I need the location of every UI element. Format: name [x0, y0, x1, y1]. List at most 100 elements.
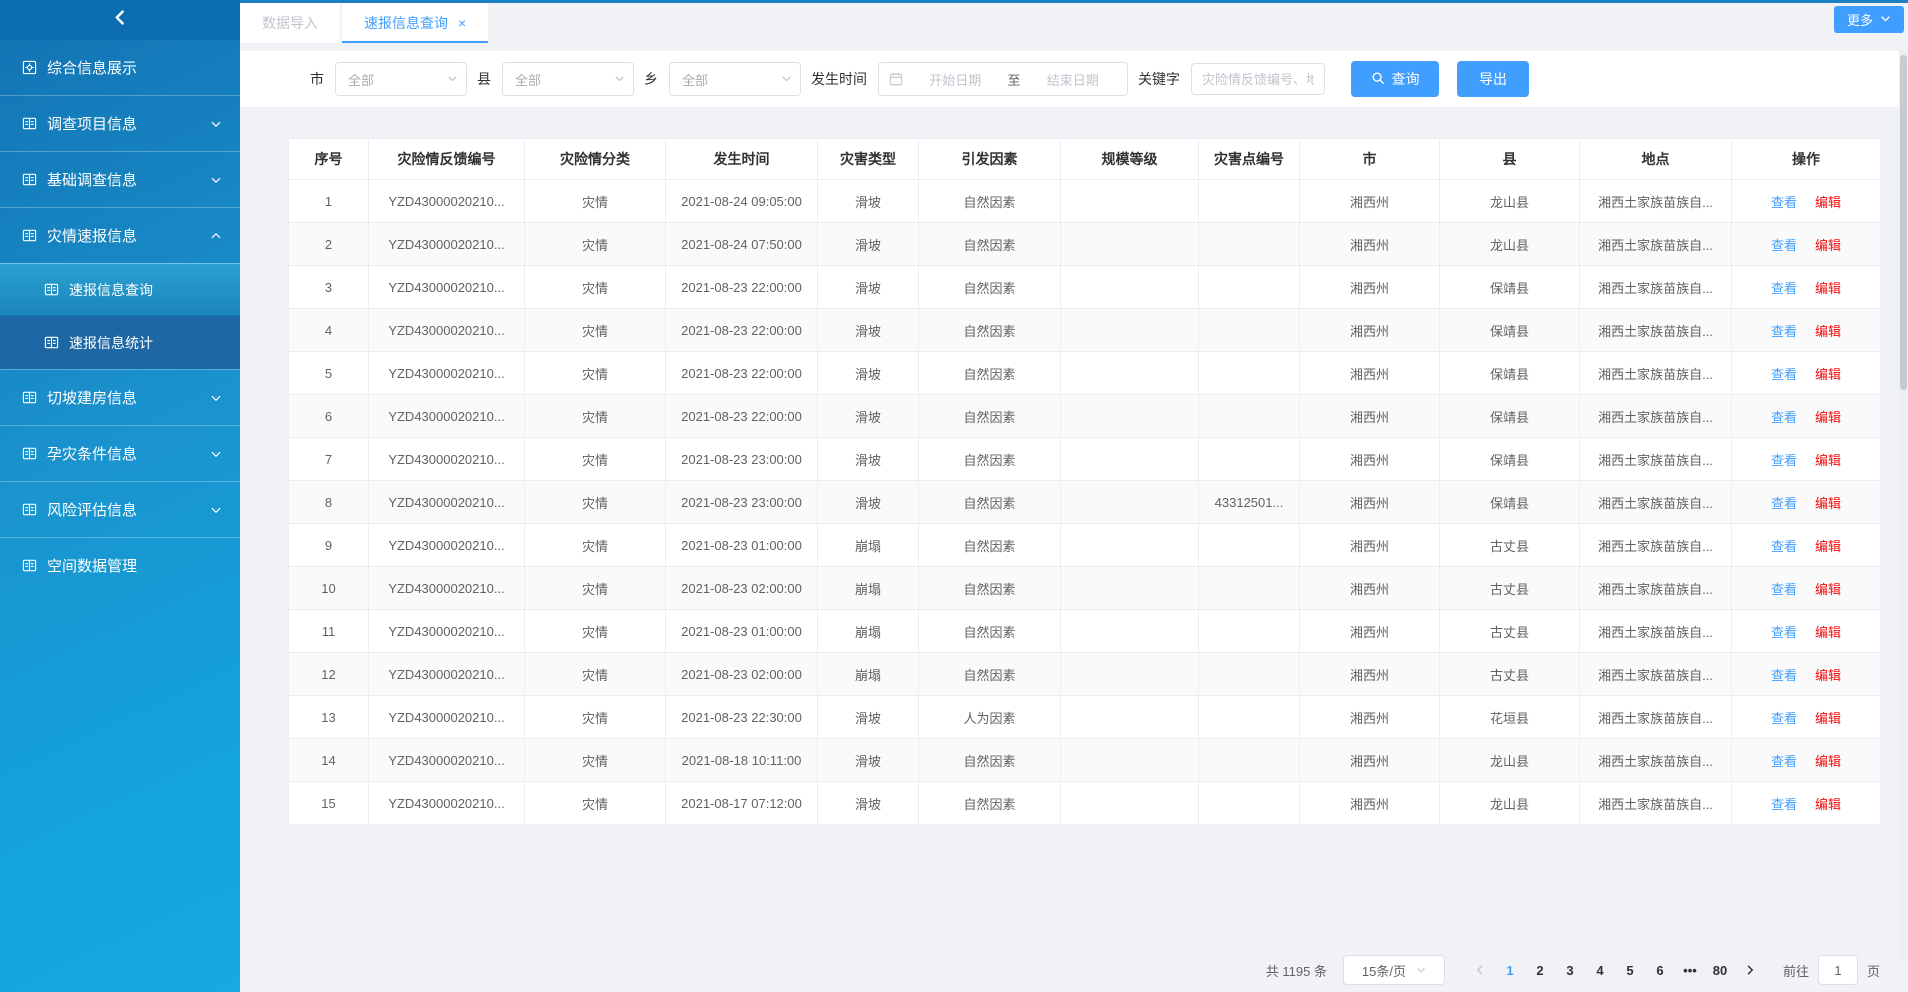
scrollbar-thumb[interactable] [1900, 55, 1907, 390]
cell-cause: 自然因素 [919, 481, 1061, 524]
goto-page-input[interactable] [1818, 955, 1858, 985]
view-link[interactable]: 查看 [1771, 281, 1797, 296]
sidebar-item-basic-survey[interactable]: 基础调查信息 [0, 151, 240, 207]
page-number-4[interactable]: 4 [1585, 963, 1615, 978]
view-link[interactable]: 查看 [1771, 238, 1797, 253]
cell-category: 灾情 [525, 524, 666, 567]
view-link[interactable]: 查看 [1771, 410, 1797, 425]
page-number-1[interactable]: 1 [1495, 963, 1525, 978]
view-link[interactable]: 查看 [1771, 496, 1797, 511]
page-size-select[interactable]: 15条/页 [1343, 955, 1445, 985]
goto-suffix: 页 [1867, 961, 1880, 980]
view-link[interactable]: 查看 [1771, 754, 1797, 769]
prev-page-button[interactable] [1465, 964, 1495, 976]
page-number-3[interactable]: 3 [1555, 963, 1585, 978]
edit-link[interactable]: 编辑 [1815, 238, 1841, 253]
cell-city: 湘西州 [1300, 352, 1440, 395]
cell-time: 2021-08-23 02:00:00 [666, 567, 818, 610]
export-button[interactable]: 导出 [1457, 61, 1529, 97]
view-link[interactable]: 查看 [1771, 668, 1797, 683]
more-button[interactable]: 更多 [1834, 6, 1904, 33]
edit-link[interactable]: 编辑 [1815, 324, 1841, 339]
view-link[interactable]: 查看 [1771, 797, 1797, 812]
cell-scale [1061, 782, 1199, 825]
cell-location: 湘西土家族苗族自... [1580, 653, 1732, 696]
cell-feedback-no: YZD43000020210... [369, 567, 525, 610]
edit-link[interactable]: 编辑 [1815, 367, 1841, 382]
table-row: 13YZD43000020210...灾情2021-08-23 22:30:00… [289, 696, 1881, 739]
edit-link[interactable]: 编辑 [1815, 539, 1841, 554]
sidebar-item-label: 综合信息展示 [47, 57, 222, 78]
tab-report-query[interactable]: 速报信息查询× [342, 3, 488, 43]
next-page-button[interactable] [1735, 964, 1765, 976]
cell-actions: 查看 编辑 [1732, 481, 1881, 524]
edit-link[interactable]: 编辑 [1815, 797, 1841, 812]
cell-county: 保靖县 [1440, 481, 1580, 524]
view-link[interactable]: 查看 [1771, 367, 1797, 382]
view-link[interactable]: 查看 [1771, 539, 1797, 554]
cell-category: 灾情 [525, 180, 666, 223]
township-select[interactable]: 全部 [669, 62, 801, 96]
county-select-value: 全部 [515, 70, 614, 89]
column-header: 发生时间 [666, 139, 818, 180]
edit-link[interactable]: 编辑 [1815, 410, 1841, 425]
view-link[interactable]: 查看 [1771, 453, 1797, 468]
close-icon[interactable]: × [458, 16, 466, 30]
cell-type: 滑坡 [818, 739, 919, 782]
view-link[interactable]: 查看 [1771, 324, 1797, 339]
sidebar-item-survey-project[interactable]: 调查项目信息 [0, 95, 240, 151]
sidebar-item-spatial-data[interactable]: 空间数据管理 [0, 537, 240, 593]
page-number-5[interactable]: 5 [1615, 963, 1645, 978]
edit-link[interactable]: 编辑 [1815, 754, 1841, 769]
city-select[interactable]: 全部 [335, 62, 467, 96]
view-link[interactable]: 查看 [1771, 195, 1797, 210]
edit-link[interactable]: 编辑 [1815, 668, 1841, 683]
cell-city: 湘西州 [1300, 266, 1440, 309]
cell-actions: 查看 编辑 [1732, 653, 1881, 696]
sidebar-collapse-button[interactable] [0, 0, 240, 40]
edit-link[interactable]: 编辑 [1815, 625, 1841, 640]
tab-data-import[interactable]: 数据导入 [240, 3, 340, 43]
cell-feedback-no: YZD43000020210... [369, 395, 525, 438]
sidebar-subitem-report-query[interactable]: 速报信息查询 [0, 263, 240, 316]
page-number-80[interactable]: 80 [1705, 963, 1735, 978]
cell-time: 2021-08-17 07:12:00 [666, 782, 818, 825]
cell-cause: 自然因素 [919, 567, 1061, 610]
cell-cause: 自然因素 [919, 266, 1061, 309]
date-range-picker[interactable]: 开始日期 至 结束日期 [878, 62, 1128, 96]
edit-link[interactable]: 编辑 [1815, 195, 1841, 210]
sidebar-item-slope-housing[interactable]: 切坡建房信息 [0, 369, 240, 425]
sidebar-item-hazard-condition[interactable]: 孕灾条件信息 [0, 425, 240, 481]
county-select[interactable]: 全部 [502, 62, 634, 96]
view-link[interactable]: 查看 [1771, 582, 1797, 597]
cell-city: 湘西州 [1300, 696, 1440, 739]
sidebar-item-overview[interactable]: 综合信息展示 [0, 40, 240, 95]
cell-county: 龙山县 [1440, 180, 1580, 223]
view-link[interactable]: 查看 [1771, 711, 1797, 726]
cell-city: 湘西州 [1300, 524, 1440, 567]
sidebar-subitem-report-stats[interactable]: 速报信息统计 [0, 316, 240, 369]
edit-link[interactable]: 编辑 [1815, 582, 1841, 597]
search-button[interactable]: 查询 [1351, 61, 1439, 97]
edit-link[interactable]: 编辑 [1815, 496, 1841, 511]
edit-link[interactable]: 编辑 [1815, 281, 1841, 296]
cell-location: 湘西土家族苗族自... [1580, 309, 1732, 352]
sidebar-item-disaster-report[interactable]: 灾情速报信息 [0, 207, 240, 263]
table-icon [22, 228, 37, 243]
view-link[interactable]: 查看 [1771, 625, 1797, 640]
table-row: 8YZD43000020210...灾情2021-08-23 23:00:00滑… [289, 481, 1881, 524]
cell-actions: 查看 编辑 [1732, 610, 1881, 653]
edit-link[interactable]: 编辑 [1815, 453, 1841, 468]
cell-time: 2021-08-24 07:50:00 [666, 223, 818, 266]
keyword-input[interactable] [1191, 63, 1325, 95]
sidebar-item-risk-assessment[interactable]: 风险评估信息 [0, 481, 240, 537]
cell-category: 灾情 [525, 223, 666, 266]
column-header: 地点 [1580, 139, 1732, 180]
edit-link[interactable]: 编辑 [1815, 711, 1841, 726]
page-number-6[interactable]: 6 [1645, 963, 1675, 978]
cell-actions: 查看 编辑 [1732, 309, 1881, 352]
column-header: 市 [1300, 139, 1440, 180]
cell-no: 5 [289, 352, 369, 395]
page-number-2[interactable]: 2 [1525, 963, 1555, 978]
page-ellipsis[interactable]: ••• [1675, 963, 1705, 978]
